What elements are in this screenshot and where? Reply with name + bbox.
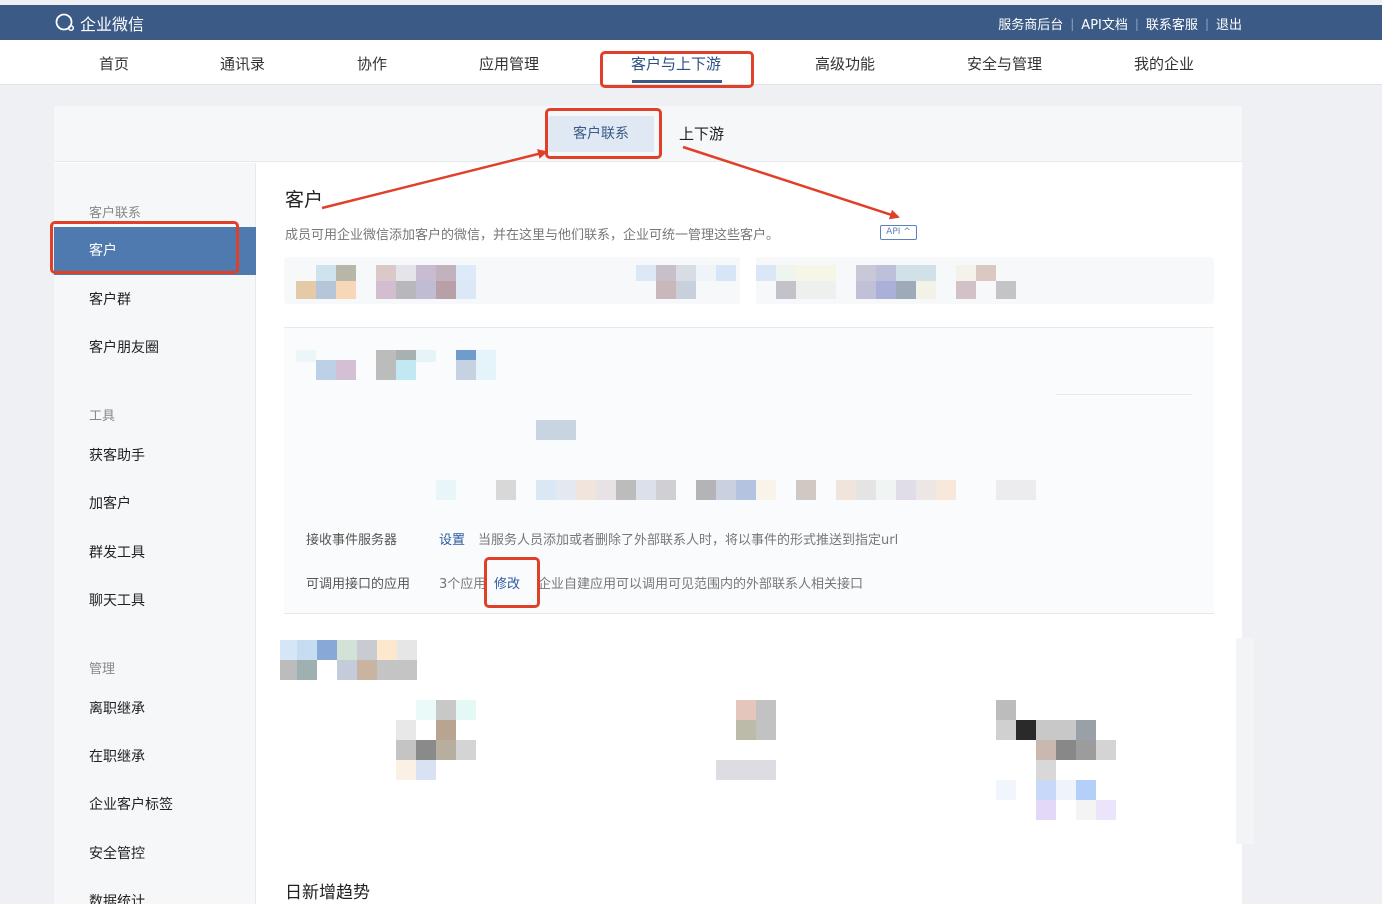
nav-item-my-company[interactable]: 我的企业 bbox=[1134, 53, 1194, 74]
api-apps-description: 企业自建应用可以调用可见范围内的外部联系人相关接口 bbox=[538, 577, 864, 592]
event-server-settings-link[interactable]: 设置 bbox=[439, 529, 465, 548]
sidebar-item-customer-groups[interactable]: 客户群 bbox=[54, 276, 256, 324]
daily-trend-title: 日新增趋势 bbox=[285, 883, 370, 903]
settings-panel: 接收事件服务器 设置 当服务人员添加或者删除了外部联系人时，将以事件的形式推送到… bbox=[284, 327, 1214, 614]
sidebar-item-onjob-inherit[interactable]: 在职继承 bbox=[54, 733, 256, 781]
sidebar-item-tags[interactable]: 企业客户标签 bbox=[54, 781, 256, 829]
sidebar-group-label: 客户联系 bbox=[89, 206, 142, 221]
logo[interactable]: 企业微信 bbox=[54, 11, 144, 35]
annotation-box-sidebar bbox=[50, 221, 239, 274]
nav-item-security[interactable]: 安全与管理 bbox=[967, 53, 1042, 74]
wecom-logo-icon bbox=[55, 13, 75, 32]
scrollbar[interactable] bbox=[1236, 638, 1254, 844]
event-server-label: 接收事件服务器 bbox=[306, 533, 398, 548]
separator: | bbox=[1070, 16, 1075, 31]
page-title: 客户 bbox=[285, 189, 324, 211]
stats-strip-redacted bbox=[284, 257, 1214, 304]
top-links: 服务商后台 | API文档 | 联系客服 | 退出 bbox=[998, 14, 1242, 34]
nav-item-app-management[interactable]: 应用管理 bbox=[479, 53, 539, 74]
sidebar: 客户联系 客户 客户群 客户朋友圈 工具 获客助手 加客户 群发工具 聊天工具 … bbox=[54, 163, 256, 904]
top-bar: 企业微信 服务商后台 | API文档 | 联系客服 | 退出 bbox=[0, 5, 1382, 40]
annotation-box-subtab bbox=[545, 108, 662, 159]
api-apps-count: 3个应用 bbox=[439, 577, 487, 592]
redacted-stats-block bbox=[280, 640, 1180, 830]
annotation-box-nav bbox=[600, 51, 754, 88]
contact-support-link[interactable]: 联系客服 bbox=[1146, 14, 1198, 33]
logout-link[interactable]: 退出 bbox=[1216, 14, 1242, 33]
api-apps-label: 可调用接口的应用 bbox=[306, 577, 411, 592]
logo-text: 企业微信 bbox=[80, 15, 145, 34]
sidebar-item-acquisition[interactable]: 获客助手 bbox=[54, 432, 256, 480]
sidebar-item-moments[interactable]: 客户朋友圈 bbox=[54, 324, 256, 372]
sidebar-item-chat-tools[interactable]: 聊天工具 bbox=[54, 577, 256, 625]
sidebar-item-add-customer[interactable]: 加客户 bbox=[54, 480, 256, 528]
tab-upstream-downstream[interactable]: 上下游 bbox=[679, 116, 724, 152]
event-server-description: 当服务人员添加或者删除了外部联系人时，将以事件的形式推送到指定url bbox=[478, 533, 899, 548]
separator: | bbox=[1134, 16, 1139, 31]
sidebar-item-resigned-inherit[interactable]: 离职继承 bbox=[54, 685, 256, 733]
sidebar-group-label: 工具 bbox=[89, 409, 116, 424]
nav-item-contacts[interactable]: 通讯录 bbox=[220, 53, 265, 74]
sidebar-item-broadcast[interactable]: 群发工具 bbox=[54, 529, 256, 577]
separator: | bbox=[1204, 16, 1209, 31]
api-badge[interactable]: API ^ bbox=[880, 225, 917, 240]
nav-item-home[interactable]: 首页 bbox=[99, 53, 129, 74]
annotation-box-modify bbox=[484, 557, 540, 608]
service-provider-link[interactable]: 服务商后台 bbox=[998, 14, 1063, 33]
sidebar-group-label: 管理 bbox=[89, 662, 116, 677]
sidebar-item-statistics[interactable]: 数据统计 bbox=[54, 878, 256, 904]
nav-item-advanced[interactable]: 高级功能 bbox=[815, 53, 875, 74]
nav-item-collaboration[interactable]: 协作 bbox=[357, 53, 387, 74]
api-docs-link[interactable]: API文档 bbox=[1081, 14, 1128, 33]
sidebar-item-security-control[interactable]: 安全管控 bbox=[54, 830, 256, 878]
page-description: 成员可用企业微信添加客户的微信，并在这里与他们联系，企业可统一管理这些客户。 bbox=[285, 228, 780, 243]
